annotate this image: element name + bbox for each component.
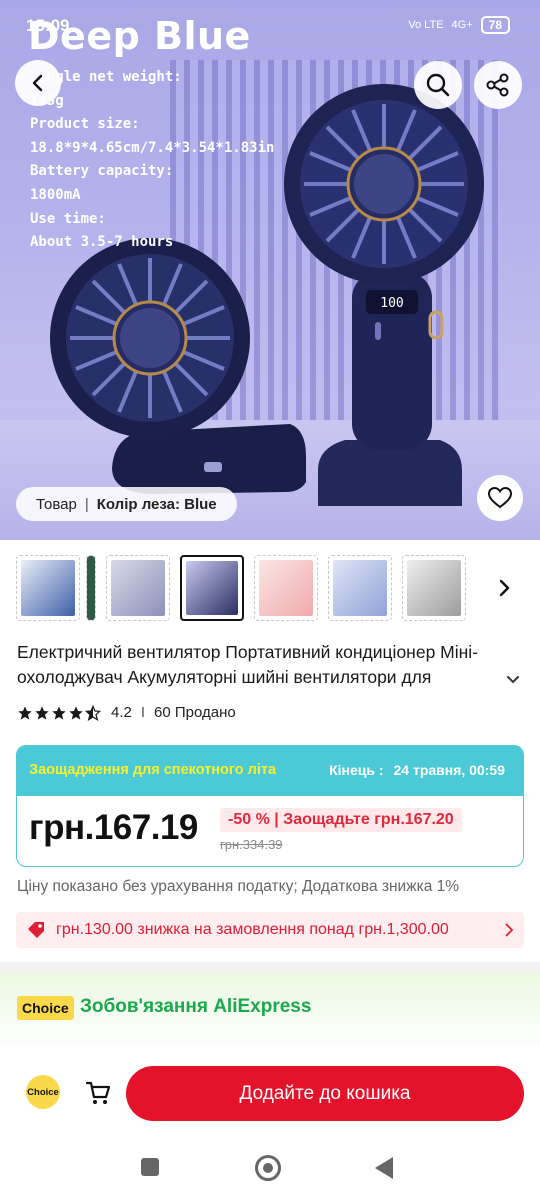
discount-badge: -50 % | Заощадьте грн.167.20 — [220, 808, 462, 832]
promo-end-label: Кінець : — [329, 762, 384, 778]
sold-count: 60 Продано — [154, 704, 236, 721]
promo-banner: Заощадження для спекотного літа Кінець :… — [17, 746, 523, 796]
variant-selector[interactable]: Товар | Колір леза: Blue — [16, 487, 237, 521]
search-icon — [426, 73, 450, 97]
system-nav-bar — [0, 1135, 540, 1200]
spec-line: 18.8*9*4.65cm/7.4*3.54*1.83in — [30, 139, 275, 156]
section-divider — [0, 962, 540, 972]
thumbnail-selected[interactable] — [180, 555, 244, 621]
thumbnail[interactable] — [254, 555, 318, 621]
spec-line: Single net weight: — [30, 69, 182, 85]
share-button[interactable] — [474, 61, 522, 109]
expand-title-button[interactable] — [500, 668, 526, 692]
promo-end-value: 24 травня, 00:59 — [393, 762, 505, 778]
rating-value: 4.2 — [111, 704, 132, 721]
chevron-down-icon — [507, 676, 519, 684]
battery-icon: 78 — [480, 16, 510, 34]
spec-list: Single net weight: 175g Product size: 18… — [30, 66, 274, 255]
chevron-right-icon — [505, 923, 514, 937]
cart-icon — [85, 1081, 111, 1104]
original-price: грн.334.39 — [220, 837, 283, 852]
tag-icon — [26, 920, 46, 940]
back-nav-button[interactable] — [375, 1157, 393, 1179]
coupon-text: грн.130.00 знижка на замовлення понад гр… — [56, 921, 449, 938]
star-icon — [35, 705, 49, 720]
price-card: Заощадження для спекотного літа Кінець :… — [16, 745, 524, 867]
cart-button[interactable] — [82, 1077, 114, 1109]
thumbnail-strip — [16, 555, 466, 625]
thumbnails-next-button[interactable] — [490, 570, 518, 606]
star-icon — [18, 705, 32, 720]
volte-icon: Vo LTE — [408, 19, 444, 31]
spec-line: 1800mA — [30, 186, 81, 203]
star-icon — [69, 705, 83, 720]
rating-row[interactable]: 4.2 I 60 Продано — [17, 704, 236, 721]
spec-line: Product size: — [30, 116, 140, 133]
status-icons: Vo LTE 4G+ 78 — [408, 16, 510, 34]
variant-value: Колір леза: Blue — [96, 495, 217, 513]
heart-icon — [487, 486, 513, 509]
add-to-cart-button[interactable]: Додайте до кошика — [126, 1066, 524, 1121]
tax-note: Ціну показано без урахування податку; До… — [17, 878, 460, 895]
coupon-row[interactable]: грн.130.00 знижка на замовлення понад гр… — [16, 912, 524, 948]
star-icon — [52, 705, 66, 720]
thumbnail[interactable] — [106, 555, 170, 621]
divider: | — [84, 495, 89, 513]
spec-line: About 3.5-7 hours — [30, 234, 174, 251]
spec-line: 175g — [30, 90, 274, 114]
recents-button[interactable] — [141, 1158, 159, 1176]
thumbnail[interactable] — [402, 555, 466, 621]
chevron-left-icon — [32, 74, 43, 92]
promo-end: Кінець : 24 травня, 00:59 — [329, 762, 505, 778]
choice-commitment-text[interactable]: Зобов'язання AliExpress — [80, 996, 311, 1018]
spec-line: Use time: — [30, 210, 106, 227]
chevron-right-icon — [499, 579, 510, 597]
home-button[interactable] — [255, 1155, 281, 1181]
current-price: грн.167.19 — [29, 808, 198, 847]
product-title[interactable]: Електричний вентилятор Портативний конди… — [17, 640, 525, 692]
status-bar: 15:09 Vo LTE 4G+ 78 — [0, 12, 540, 42]
star-half-icon — [85, 704, 101, 721]
star-rating — [17, 704, 101, 721]
thumbnail[interactable] — [16, 555, 80, 621]
choice-icon[interactable]: Choice — [26, 1075, 60, 1109]
fan-display: 100 — [380, 296, 403, 311]
promo-title: Заощадження для спекотного літа — [29, 762, 277, 778]
spec-line: Battery capacity: — [30, 163, 174, 180]
share-icon — [486, 73, 509, 97]
network-icon: 4G+ — [451, 19, 473, 31]
search-button[interactable] — [414, 61, 462, 109]
variant-label: Товар — [36, 495, 77, 513]
divider: I — [140, 704, 146, 721]
back-button[interactable] — [15, 60, 61, 106]
wishlist-button[interactable] — [477, 475, 523, 521]
status-time: 15:09 — [26, 16, 70, 35]
thumbnail[interactable] — [328, 555, 392, 621]
thumbnail[interactable] — [86, 555, 96, 621]
choice-badge: Choice — [17, 996, 74, 1020]
